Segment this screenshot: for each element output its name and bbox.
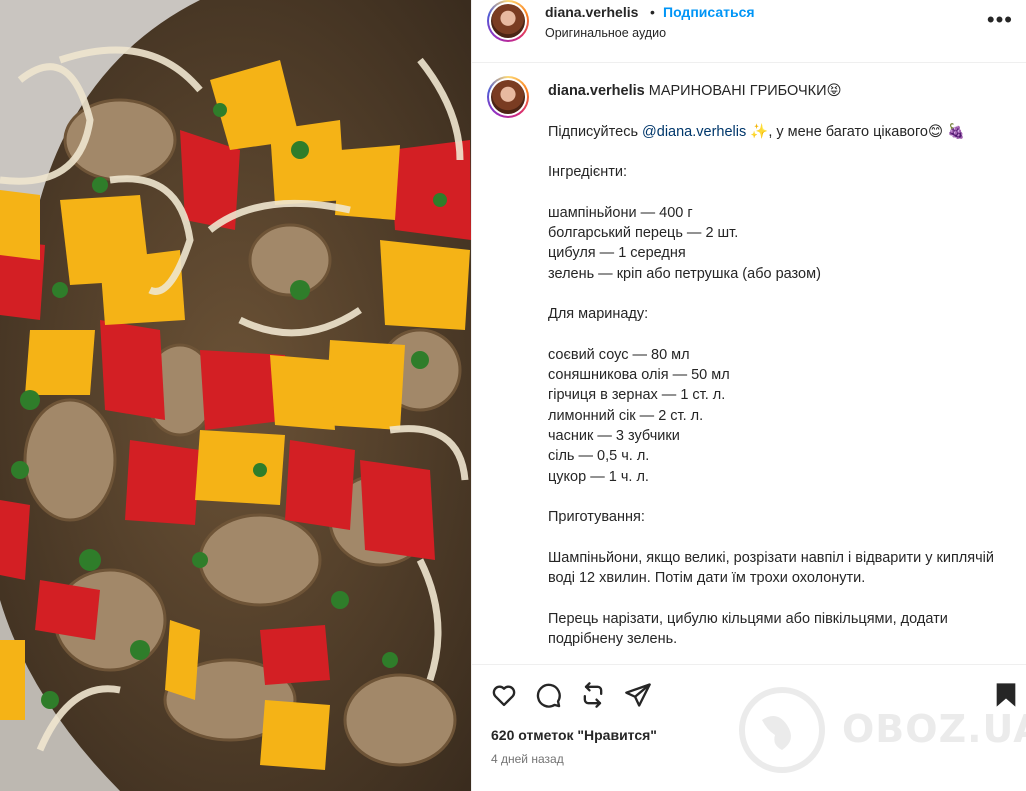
caption-text: diana.verhelis МАРИНОВАНІ ГРИБОЧКИ😝 Підп… bbox=[548, 81, 1008, 649]
marinade-item: соєвий соус — 80 мл bbox=[548, 346, 690, 363]
marinade-item: лимонний сік — 2 ст. л. bbox=[548, 407, 704, 424]
ingredient-item: болгарський перець — 2 шт. bbox=[548, 225, 739, 242]
caption-avatar[interactable] bbox=[487, 76, 529, 118]
marinade-item: гірчиця в зернах — 1 ст. л. bbox=[548, 387, 726, 404]
separator-dot: • bbox=[650, 4, 655, 20]
ingredient-item: шампіньйони — 400 г bbox=[548, 204, 693, 221]
cooking-step: Перець нарізати, цибулю кільцями або пів… bbox=[548, 610, 948, 648]
marinade-item: сіль — 0,5 ч. л. bbox=[548, 448, 650, 465]
ingredients-title: Інгредієнти: bbox=[548, 164, 627, 181]
follow-button[interactable]: Подписаться bbox=[663, 4, 755, 20]
audio-label[interactable]: Оригинальное аудио bbox=[545, 26, 666, 40]
salad-photo bbox=[0, 0, 471, 791]
marinade-item: цукор — 1 ч. л. bbox=[548, 468, 649, 485]
cooking-step: Шампіньйони, якщо великі, розрізати навп… bbox=[548, 549, 994, 587]
cooking-title: Приготування: bbox=[548, 509, 645, 526]
subscribe-line: Підписуйтесь @diana.verhelis ✨, у мене б… bbox=[548, 123, 966, 140]
caption-title-line: diana.verhelis МАРИНОВАНІ ГРИБОЧКИ😝 bbox=[548, 81, 1008, 101]
comment-icon[interactable] bbox=[534, 681, 562, 709]
post-panel: diana.verhelis • Подписаться Оригинально… bbox=[471, 0, 1026, 791]
post-image[interactable] bbox=[0, 0, 471, 791]
caption-username[interactable]: diana.verhelis bbox=[548, 83, 645, 99]
ingredient-item: зелень — кріп або петрушка (або разом) bbox=[548, 265, 821, 282]
marinade-title: Для маринаду: bbox=[548, 306, 649, 323]
mention-link[interactable]: @diana.verhelis bbox=[642, 124, 746, 140]
author-username[interactable]: diana.verhelis bbox=[545, 4, 638, 20]
repost-icon[interactable] bbox=[579, 681, 607, 709]
share-icon[interactable] bbox=[624, 681, 652, 709]
post-header: diana.verhelis • Подписаться Оригинально… bbox=[472, 0, 1026, 63]
globe-icon bbox=[739, 687, 825, 773]
post-time[interactable]: 4 дней назад bbox=[491, 752, 564, 766]
ingredient-item: цибуля — 1 середня bbox=[548, 245, 686, 262]
marinade-item: соняшникова олія — 50 мл bbox=[548, 367, 730, 384]
author-avatar[interactable] bbox=[487, 0, 529, 42]
watermark-text: OBOZ.UA bbox=[842, 707, 1026, 751]
caption-title: МАРИНОВАНІ ГРИБОЧКИ😝 bbox=[648, 83, 842, 99]
action-bar: OBOZ.UA 620 отметок "Нравится" 4 дней на… bbox=[472, 664, 1026, 791]
marinade-item: часник — 3 зубчики bbox=[548, 428, 680, 445]
more-horizontal-icon[interactable]: ••• bbox=[987, 9, 1013, 31]
heart-icon[interactable] bbox=[490, 681, 518, 709]
caption-section: diana.verhelis МАРИНОВАНІ ГРИБОЧКИ😝 Підп… bbox=[472, 63, 1026, 664]
likes-count[interactable]: 620 отметок "Нравится" bbox=[491, 727, 657, 743]
watermark-logo: OBOZ.UA bbox=[737, 685, 1026, 775]
